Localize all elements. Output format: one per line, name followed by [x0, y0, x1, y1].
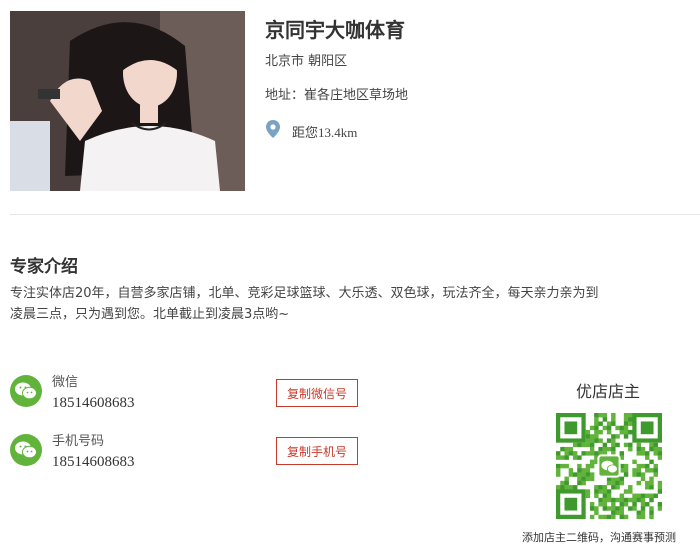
copy-phone-button[interactable]: 复制手机号 [276, 437, 358, 465]
phone-contact: 手机号码 18514608683 [10, 434, 135, 472]
divider [10, 214, 700, 215]
location-pin-icon [266, 120, 280, 142]
shop-region: 北京市 朝阳区 [265, 54, 348, 69]
intro-title: 专家介绍 [10, 257, 78, 277]
qr-caption: 添加店主二维码，沟通赛事预测 [522, 531, 676, 544]
copy-wechat-button[interactable]: 复制微信号 [276, 379, 358, 407]
store-photo [10, 11, 245, 191]
wechat-value: 18514608683 [52, 395, 135, 411]
qr-code [555, 412, 663, 520]
shop-address: 地址：崔各庄地区草场地 [265, 88, 409, 103]
distance-text: 距您13.4km [292, 124, 358, 140]
shop-name: 京同宇大咖体育 [265, 18, 405, 42]
distance-row: 距您13.4km [266, 120, 357, 142]
wechat-icon [10, 375, 42, 407]
wechat-label: 微信 [52, 375, 79, 390]
intro-text: 专注实体店20年，自营多家店铺，北单、竞彩足球篮球、大乐透、双色球，玩法齐全，每… [10, 286, 599, 322]
wechat-icon [10, 434, 42, 466]
wechat-contact: 微信 18514608683 [10, 375, 135, 413]
owner-title: 优店店主 [575, 382, 640, 401]
phone-value: 18514608683 [52, 454, 135, 470]
phone-label: 手机号码 [52, 434, 105, 449]
